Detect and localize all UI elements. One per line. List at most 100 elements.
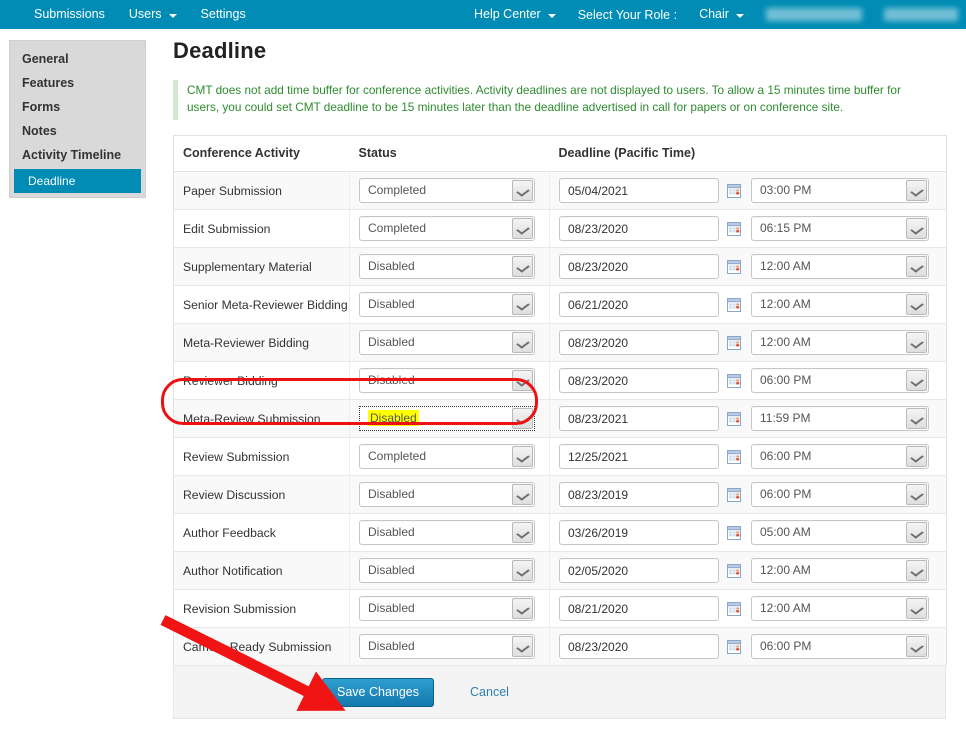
calendar-icon[interactable] xyxy=(727,487,741,502)
sidebar-item-notes[interactable]: Notes xyxy=(10,119,145,143)
calendar-icon[interactable] xyxy=(727,639,741,654)
deadline-date-input[interactable] xyxy=(559,520,719,545)
calendar-icon[interactable] xyxy=(727,449,741,464)
deadline-time-select[interactable]: 12:00 AM xyxy=(751,596,929,621)
calendar-icon[interactable] xyxy=(727,487,741,502)
calendar-icon[interactable] xyxy=(727,563,741,578)
role-dropdown-chair[interactable]: Chair xyxy=(699,0,744,29)
deadline-date-input[interactable] xyxy=(559,558,719,583)
chevron-down-icon xyxy=(547,13,556,18)
table-row: Review Discussion Disabled 06:00 PM xyxy=(173,475,947,514)
deadline-date-input[interactable] xyxy=(559,178,719,203)
deadline-date-input[interactable] xyxy=(559,292,719,317)
status-select[interactable]: Disabled xyxy=(359,292,535,317)
sidebar-item-general[interactable]: General xyxy=(10,47,145,71)
deadline-time-select[interactable]: 12:00 AM xyxy=(751,330,929,355)
calendar-icon[interactable] xyxy=(727,335,741,350)
table-row: Senior Meta-Reviewer Bidding Disabled 12:0… xyxy=(173,285,947,324)
calendar-icon[interactable] xyxy=(727,411,741,426)
form-action-bar: Save Changes Cancel xyxy=(173,666,946,719)
calendar-icon[interactable] xyxy=(727,601,741,616)
status-select[interactable]: Completed xyxy=(359,444,535,469)
deadline-time-select[interactable]: 03:00 PM xyxy=(751,178,929,203)
cancel-link[interactable]: Cancel xyxy=(470,685,509,699)
table-row: Review Submission Completed 06:00 PM xyxy=(173,437,947,476)
status-select[interactable]: Disabled xyxy=(359,596,535,621)
status-select[interactable]: Disabled xyxy=(359,330,535,355)
cell-status: Disabled xyxy=(349,247,550,286)
deadline-controls: 06:00 PM xyxy=(559,482,946,507)
cell-status: Completed xyxy=(349,171,550,210)
status-select[interactable]: Disabled xyxy=(359,482,535,507)
deadline-date-input[interactable] xyxy=(559,406,719,431)
deadline-date-input[interactable] xyxy=(559,444,719,469)
cell-deadline: 03:00 PM xyxy=(549,171,947,210)
sidebar-item-forms[interactable]: Forms xyxy=(10,95,145,119)
deadline-controls: 06:00 PM xyxy=(559,634,946,659)
calendar-icon[interactable] xyxy=(727,335,741,350)
deadline-date-input[interactable] xyxy=(559,330,719,355)
calendar-icon[interactable] xyxy=(727,525,741,540)
calendar-icon[interactable] xyxy=(727,601,741,616)
calendar-icon[interactable] xyxy=(727,259,741,274)
nav-link-users[interactable]: Users xyxy=(129,0,177,29)
calendar-icon[interactable] xyxy=(727,449,741,464)
calendar-icon[interactable] xyxy=(727,525,741,540)
calendar-icon[interactable] xyxy=(727,297,741,312)
sidebar-item-deadline-label: Deadline xyxy=(28,174,76,188)
deadline-date-input[interactable] xyxy=(559,596,719,621)
cell-deadline: 06:15 PM xyxy=(549,209,947,248)
chevron-down-icon xyxy=(735,13,744,18)
status-select[interactable]: Disabled xyxy=(359,368,535,393)
status-select[interactable]: Completed xyxy=(359,216,535,241)
deadline-time-select[interactable]: 12:00 AM xyxy=(751,254,929,279)
chevron-down-icon xyxy=(906,560,927,581)
deadline-date-input[interactable] xyxy=(559,216,719,241)
deadline-date-input[interactable] xyxy=(559,482,719,507)
cell-status: Disabled xyxy=(349,551,550,590)
sidebar-item-activity-timeline[interactable]: Activity Timeline xyxy=(10,143,145,167)
status-select[interactable]: Disabled xyxy=(359,520,535,545)
deadline-time-select[interactable]: 12:00 AM xyxy=(751,292,929,317)
deadline-time-select[interactable]: 06:15 PM xyxy=(751,216,929,241)
calendar-icon[interactable] xyxy=(727,221,741,236)
calendar-icon[interactable] xyxy=(727,297,741,312)
status-select[interactable]: Disabled xyxy=(359,558,535,583)
sidebar-item-deadline[interactable]: Deadline xyxy=(14,169,141,193)
calendar-icon[interactable] xyxy=(727,373,741,388)
deadline-time-select[interactable]: 06:00 PM xyxy=(751,482,929,507)
deadline-date-input[interactable] xyxy=(559,254,719,279)
deadline-time-select[interactable]: 12:00 AM xyxy=(751,558,929,583)
status-select[interactable]: Disabled xyxy=(359,634,535,659)
nav-link-settings-label: Settings xyxy=(200,7,246,21)
status-select-value: Disabled xyxy=(368,487,415,501)
calendar-icon[interactable] xyxy=(727,411,741,426)
calendar-icon[interactable] xyxy=(727,183,741,198)
page-title: Deadline xyxy=(173,38,267,63)
deadline-time-value: 06:15 PM xyxy=(760,221,812,235)
calendar-icon[interactable] xyxy=(727,563,741,578)
deadline-time-select[interactable]: 11:59 PM xyxy=(751,406,929,431)
status-select[interactable]: Disabled xyxy=(359,254,535,279)
calendar-icon[interactable] xyxy=(727,221,741,236)
calendar-icon[interactable] xyxy=(727,183,741,198)
status-select[interactable]: Disabled xyxy=(359,406,535,431)
deadline-time-select[interactable]: 06:00 PM xyxy=(751,634,929,659)
sidebar-item-features[interactable]: Features xyxy=(10,71,145,95)
deadline-time-select[interactable]: 06:00 PM xyxy=(751,444,929,469)
deadline-time-select[interactable]: 05:00 AM xyxy=(751,520,929,545)
nav-link-submissions[interactable]: Submissions xyxy=(34,0,105,29)
cell-status: Disabled xyxy=(349,361,550,400)
calendar-icon[interactable] xyxy=(727,373,741,388)
nav-link-help-center[interactable]: Help Center xyxy=(474,0,556,29)
calendar-icon[interactable] xyxy=(727,639,741,654)
deadline-time-select[interactable]: 06:00 PM xyxy=(751,368,929,393)
deadline-time-value: 03:00 PM xyxy=(760,183,812,197)
status-select[interactable]: Completed xyxy=(359,178,535,203)
deadline-date-input[interactable] xyxy=(559,368,719,393)
save-changes-button[interactable]: Save Changes xyxy=(322,677,435,707)
cell-status: Disabled xyxy=(349,285,550,324)
deadline-date-input[interactable] xyxy=(559,634,719,659)
nav-link-settings[interactable]: Settings xyxy=(201,0,246,29)
calendar-icon[interactable] xyxy=(727,259,741,274)
